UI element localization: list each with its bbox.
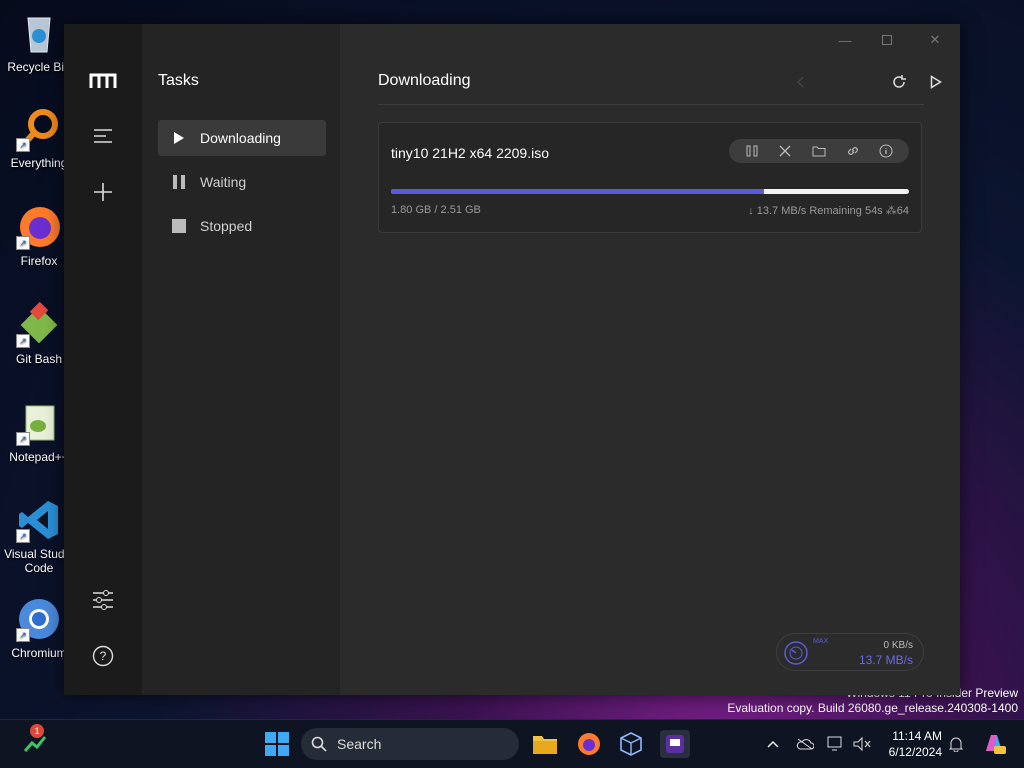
play-icon	[158, 131, 200, 145]
connections-count: ⁂64	[885, 205, 909, 217]
header-divider	[378, 104, 924, 105]
add-task-icon[interactable]	[88, 177, 118, 207]
svg-text:?: ?	[100, 649, 107, 663]
page-title: Downloading	[378, 72, 471, 89]
motrix-taskbar-icon[interactable]	[660, 730, 690, 758]
side-rail: ?	[64, 24, 142, 695]
chevron-up-icon[interactable]	[764, 736, 782, 752]
search-icon	[311, 736, 327, 752]
nav-item-stopped[interactable]: Stopped	[158, 208, 326, 244]
settings-sliders-icon[interactable]	[88, 585, 118, 615]
link-icon[interactable]	[843, 141, 863, 161]
chromium-icon: ↗	[16, 596, 62, 642]
shortcut-arrow-icon: ↗	[16, 236, 30, 250]
panel-title: Tasks	[158, 72, 199, 89]
recycle-bin-icon	[16, 10, 62, 56]
nav-item-label: Downloading	[200, 130, 281, 146]
close-icon[interactable]: ✕	[920, 32, 950, 48]
task-name: tiny10 21H2 x64 2209.iso	[391, 145, 549, 161]
nav-item-waiting[interactable]: Waiting	[158, 164, 326, 200]
shortcut-arrow-icon: ↗	[16, 138, 30, 152]
speed-meter[interactable]: MAX 0 KB/s 13.7 MB/s	[776, 633, 924, 671]
watermark-line-2: Evaluation copy. Build 26080.ge_release.…	[727, 701, 1018, 715]
app-logo-icon	[88, 66, 118, 96]
speedometer-icon	[783, 640, 809, 666]
refresh-icon[interactable]	[887, 70, 911, 94]
shortcut-arrow-icon: ↗	[16, 628, 30, 642]
shortcut-arrow-icon: ↗	[16, 432, 30, 446]
virtualbox-icon[interactable]	[616, 730, 646, 758]
progress-bar	[391, 189, 909, 194]
download-speed-total: 13.7 MB/s	[858, 653, 913, 667]
pause-icon	[158, 175, 200, 189]
file-explorer-icon[interactable]	[530, 730, 560, 758]
pause-task-icon[interactable]	[742, 141, 762, 161]
stop-icon	[158, 219, 200, 233]
firefox-taskbar-icon[interactable]	[574, 730, 604, 758]
menu-icon[interactable]	[88, 121, 118, 151]
clock-time: 11:14 AM	[892, 729, 942, 743]
folder-icon[interactable]	[809, 141, 829, 161]
motrix-window: ? Tasks Downloading Waiting Stopped — ✕ …	[64, 24, 960, 695]
volume-muted-icon[interactable]	[853, 736, 871, 752]
delete-task-icon[interactable]	[775, 141, 795, 161]
git-bash-icon: ↗	[16, 301, 62, 348]
clock-date: 6/12/2024	[888, 745, 942, 759]
download-speed: ↓ 13.7 MB/s	[748, 205, 807, 217]
help-icon[interactable]: ?	[88, 641, 118, 671]
copilot-icon[interactable]	[982, 733, 1006, 755]
notification-badge: 1	[30, 724, 44, 738]
max-label: MAX	[813, 638, 829, 645]
shortcut-arrow-icon: ↗	[16, 334, 30, 348]
taskbar-search[interactable]: Search	[301, 728, 519, 760]
network-icon[interactable]	[827, 736, 845, 752]
resume-all-icon[interactable]	[924, 70, 948, 94]
widgets-icon[interactable]: 1	[20, 724, 50, 758]
onedrive-icon[interactable]	[796, 736, 814, 752]
taskbar-clock[interactable]: 11:14 AM 6/12/2024	[889, 728, 942, 760]
task-stats: ↓ 13.7 MB/s Remaining 54s ⁂64	[748, 204, 909, 217]
nav-item-downloading[interactable]: Downloading	[158, 120, 326, 156]
maximize-icon[interactable]	[872, 32, 902, 48]
main-area: — ✕ Downloading tiny10 21H2 x64 2209.iso	[340, 24, 960, 695]
remaining-time: Remaining 54s	[809, 205, 883, 217]
vscode-icon: ↗	[16, 497, 62, 543]
nav-item-label: Stopped	[200, 218, 253, 234]
nav-item-label: Waiting	[200, 174, 247, 190]
taskbar: 1 Search 11:14 AM 6/12/2024	[0, 719, 1024, 768]
info-icon[interactable]	[876, 141, 896, 161]
start-icon[interactable]	[262, 730, 292, 758]
search-label: Search	[337, 736, 382, 752]
everything-search-icon: ↗	[16, 106, 62, 152]
upload-speed: 0 KB/s	[883, 640, 913, 651]
notification-bell-icon[interactable]	[947, 736, 965, 752]
task-actions	[729, 139, 909, 163]
firefox-icon: ↗	[16, 204, 62, 250]
task-size: 1.80 GB / 2.51 GB	[391, 204, 481, 216]
minimize-icon[interactable]: —	[830, 32, 860, 48]
notepad-plus-plus-icon: ↗	[16, 400, 62, 446]
shortcut-arrow-icon: ↗	[16, 529, 30, 543]
chevron-left-icon	[788, 70, 812, 94]
tasks-panel: Tasks Downloading Waiting Stopped	[142, 24, 340, 695]
task-card[interactable]: tiny10 21H2 x64 2209.iso 1.80 GB / 2.51 …	[378, 122, 922, 233]
progress-fill	[391, 189, 764, 194]
